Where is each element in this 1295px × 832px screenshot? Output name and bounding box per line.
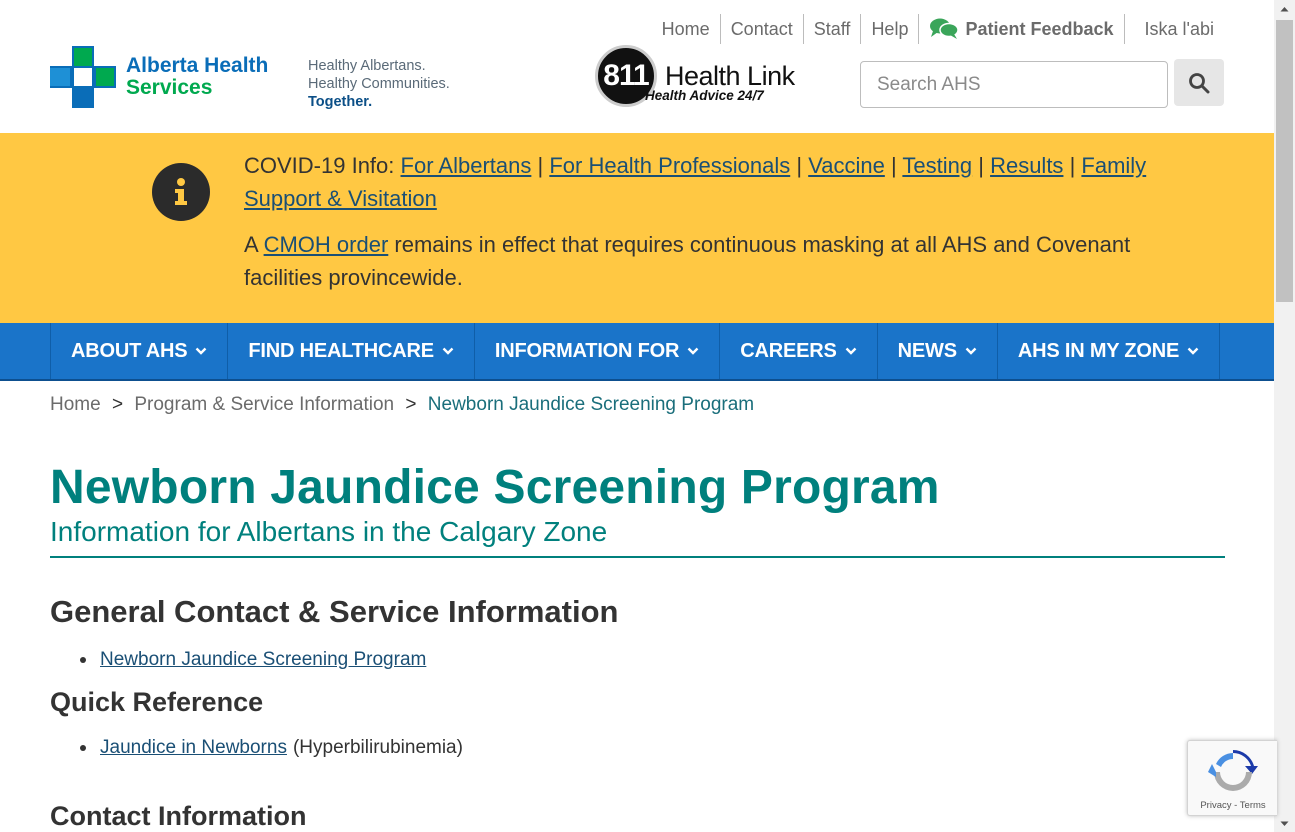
separator: | [978, 153, 984, 178]
bullet [80, 657, 86, 663]
masking-notice-start: A [244, 232, 258, 257]
health-link-subtitle: Health Advice 24/7 [645, 88, 764, 103]
recaptcha-dash: - [1231, 800, 1240, 811]
nav-information-for-label: INFORMATION FOR [494, 339, 680, 362]
utility-nav: Home Contact Staff Help Patient Feedback… [652, 14, 1224, 44]
scroll-up-arrow-icon[interactable] [1274, 0, 1295, 17]
link-for-health-professionals[interactable]: For Health Professionals [549, 153, 790, 178]
nav-news-label: NEWS [897, 339, 957, 362]
nav-information-for[interactable]: INFORMATION FOR [475, 323, 721, 379]
separator: | [1069, 153, 1076, 178]
breadcrumb-program-service-info[interactable]: Program & Service Information [134, 394, 394, 415]
ahs-logo[interactable]: Alberta Health Services [50, 46, 268, 108]
health-link-logo[interactable]: 811 Health Link Health Advice 24/7 [595, 45, 795, 107]
jaundice-in-newborns-link[interactable]: Jaundice in Newborns [100, 737, 287, 759]
link-testing[interactable]: Testing [902, 153, 972, 178]
masking-notice: A CMOH order remains in effect that requ… [244, 228, 1204, 294]
nav-careers-label: CAREERS [740, 339, 837, 362]
logo-wordmark: Alberta Health Services [126, 55, 268, 99]
chevron-down-icon [1187, 347, 1199, 355]
recaptcha-terms-link[interactable]: Terms [1240, 800, 1266, 811]
page-title: Newborn Jaundice Screening Program [50, 461, 940, 514]
covid-info-line: COVID-19 Info: For Albertans | For Healt… [244, 149, 1204, 215]
tagline-line-2: Healthy Communities. [308, 76, 450, 92]
chevron-down-icon [442, 347, 454, 355]
nav-about-ahs[interactable]: ABOUT AHS [51, 323, 229, 379]
vertical-scrollbar[interactable] [1274, 0, 1295, 832]
bullet [80, 745, 86, 751]
chevron-down-icon [845, 347, 857, 355]
health-link-text: Health Link Health Advice 24/7 [645, 61, 795, 103]
link-results[interactable]: Results [990, 153, 1063, 178]
list-item: Newborn Jaundice Screening Program [80, 649, 426, 671]
main-nav: ABOUT AHS FIND HEALTHCARE INFORMATION FO… [0, 323, 1274, 381]
nav-news[interactable]: NEWS [878, 323, 998, 379]
list-item: Jaundice in Newborns (Hyperbilirubinemia… [80, 737, 463, 759]
search-input[interactable] [860, 61, 1168, 108]
alert-text: COVID-19 Info: For Albertans | For Healt… [244, 149, 1204, 294]
link-cmoh-order[interactable]: CMOH order [264, 232, 389, 257]
breadcrumb: Home > Program & Service Information > N… [50, 394, 754, 416]
separator: | [537, 153, 544, 178]
nav-ahs-in-my-zone-label: AHS IN MY ZONE [1017, 339, 1180, 362]
chevron-down-icon [196, 347, 207, 355]
newborn-jaundice-program-link[interactable]: Newborn Jaundice Screening Program [100, 649, 426, 671]
util-contact-link[interactable]: Contact [721, 14, 804, 44]
health-link-title: Health Link [665, 61, 795, 91]
info-icon [152, 163, 210, 221]
breadcrumb-separator: > [405, 394, 417, 415]
site-header: Home Contact Staff Help Patient Feedback… [0, 0, 1274, 133]
nav-careers[interactable]: CAREERS [720, 323, 878, 379]
chevron-down-icon [965, 347, 977, 355]
recaptcha-privacy-link[interactable]: Privacy [1200, 800, 1231, 811]
logo-line-1: Alberta Health [126, 54, 269, 77]
scroll-down-arrow-icon[interactable] [1274, 815, 1295, 832]
nav-ahs-in-my-zone[interactable]: AHS IN MY ZONE [998, 323, 1221, 379]
patient-feedback-label: Patient Feedback [965, 19, 1114, 39]
util-help-link[interactable]: Help [861, 14, 920, 44]
language-link[interactable]: Iska l'abi [1125, 14, 1224, 44]
chevron-down-icon [687, 347, 699, 355]
nav-find-healthcare[interactable]: FIND HEALTHCARE [228, 323, 475, 379]
nav-about-ahs-label: ABOUT AHS [71, 339, 188, 362]
ahs-cross-logo-icon [50, 46, 116, 108]
separator: | [796, 153, 803, 178]
tagline-line-1: Healthy Albertans. [308, 58, 426, 74]
recaptcha-badge[interactable]: Privacy - Terms [1187, 740, 1277, 816]
search-button[interactable] [1174, 59, 1224, 106]
breadcrumb-separator: > [111, 394, 124, 415]
covid-info-prefix: COVID-19 Info: [244, 153, 395, 178]
tagline-line-3: Together. [308, 94, 373, 110]
general-contact-list: Newborn Jaundice Screening Program [80, 649, 426, 671]
chat-bubbles-icon [930, 18, 960, 39]
recaptcha-links: Privacy - Terms [1188, 800, 1278, 811]
contact-information-heading: Contact Information [50, 801, 307, 831]
quick-reference-heading: Quick Reference [50, 687, 264, 717]
page-subtitle: Information for Albertans in the Calgary… [50, 516, 608, 547]
breadcrumb-home[interactable]: Home [50, 394, 101, 415]
logo-line-2: Services [126, 76, 213, 99]
link-vaccine[interactable]: Vaccine [808, 153, 885, 178]
link-for-albertans[interactable]: For Albertans [401, 153, 532, 178]
nav-find-healthcare-label: FIND HEALTHCARE [248, 339, 434, 362]
util-home-link[interactable]: Home [652, 14, 721, 44]
util-staff-link[interactable]: Staff [804, 14, 862, 44]
hyperbilirubinemia-note: (Hyperbilirubinemia) [292, 737, 463, 758]
scroll-thumb[interactable] [1276, 20, 1293, 302]
search-icon [1189, 72, 1210, 93]
tagline: Healthy Albertans. Healthy Communities. … [308, 57, 450, 111]
title-divider [50, 556, 1225, 558]
separator: | [890, 153, 897, 178]
quick-reference-list: Jaundice in Newborns (Hyperbilirubinemia… [80, 737, 463, 759]
recaptcha-logo-icon [1208, 750, 1258, 791]
breadcrumb-current: Newborn Jaundice Screening Program [427, 394, 755, 415]
general-contact-heading: General Contact & Service Information [50, 594, 619, 629]
patient-feedback-link[interactable]: Patient Feedback [919, 14, 1125, 44]
